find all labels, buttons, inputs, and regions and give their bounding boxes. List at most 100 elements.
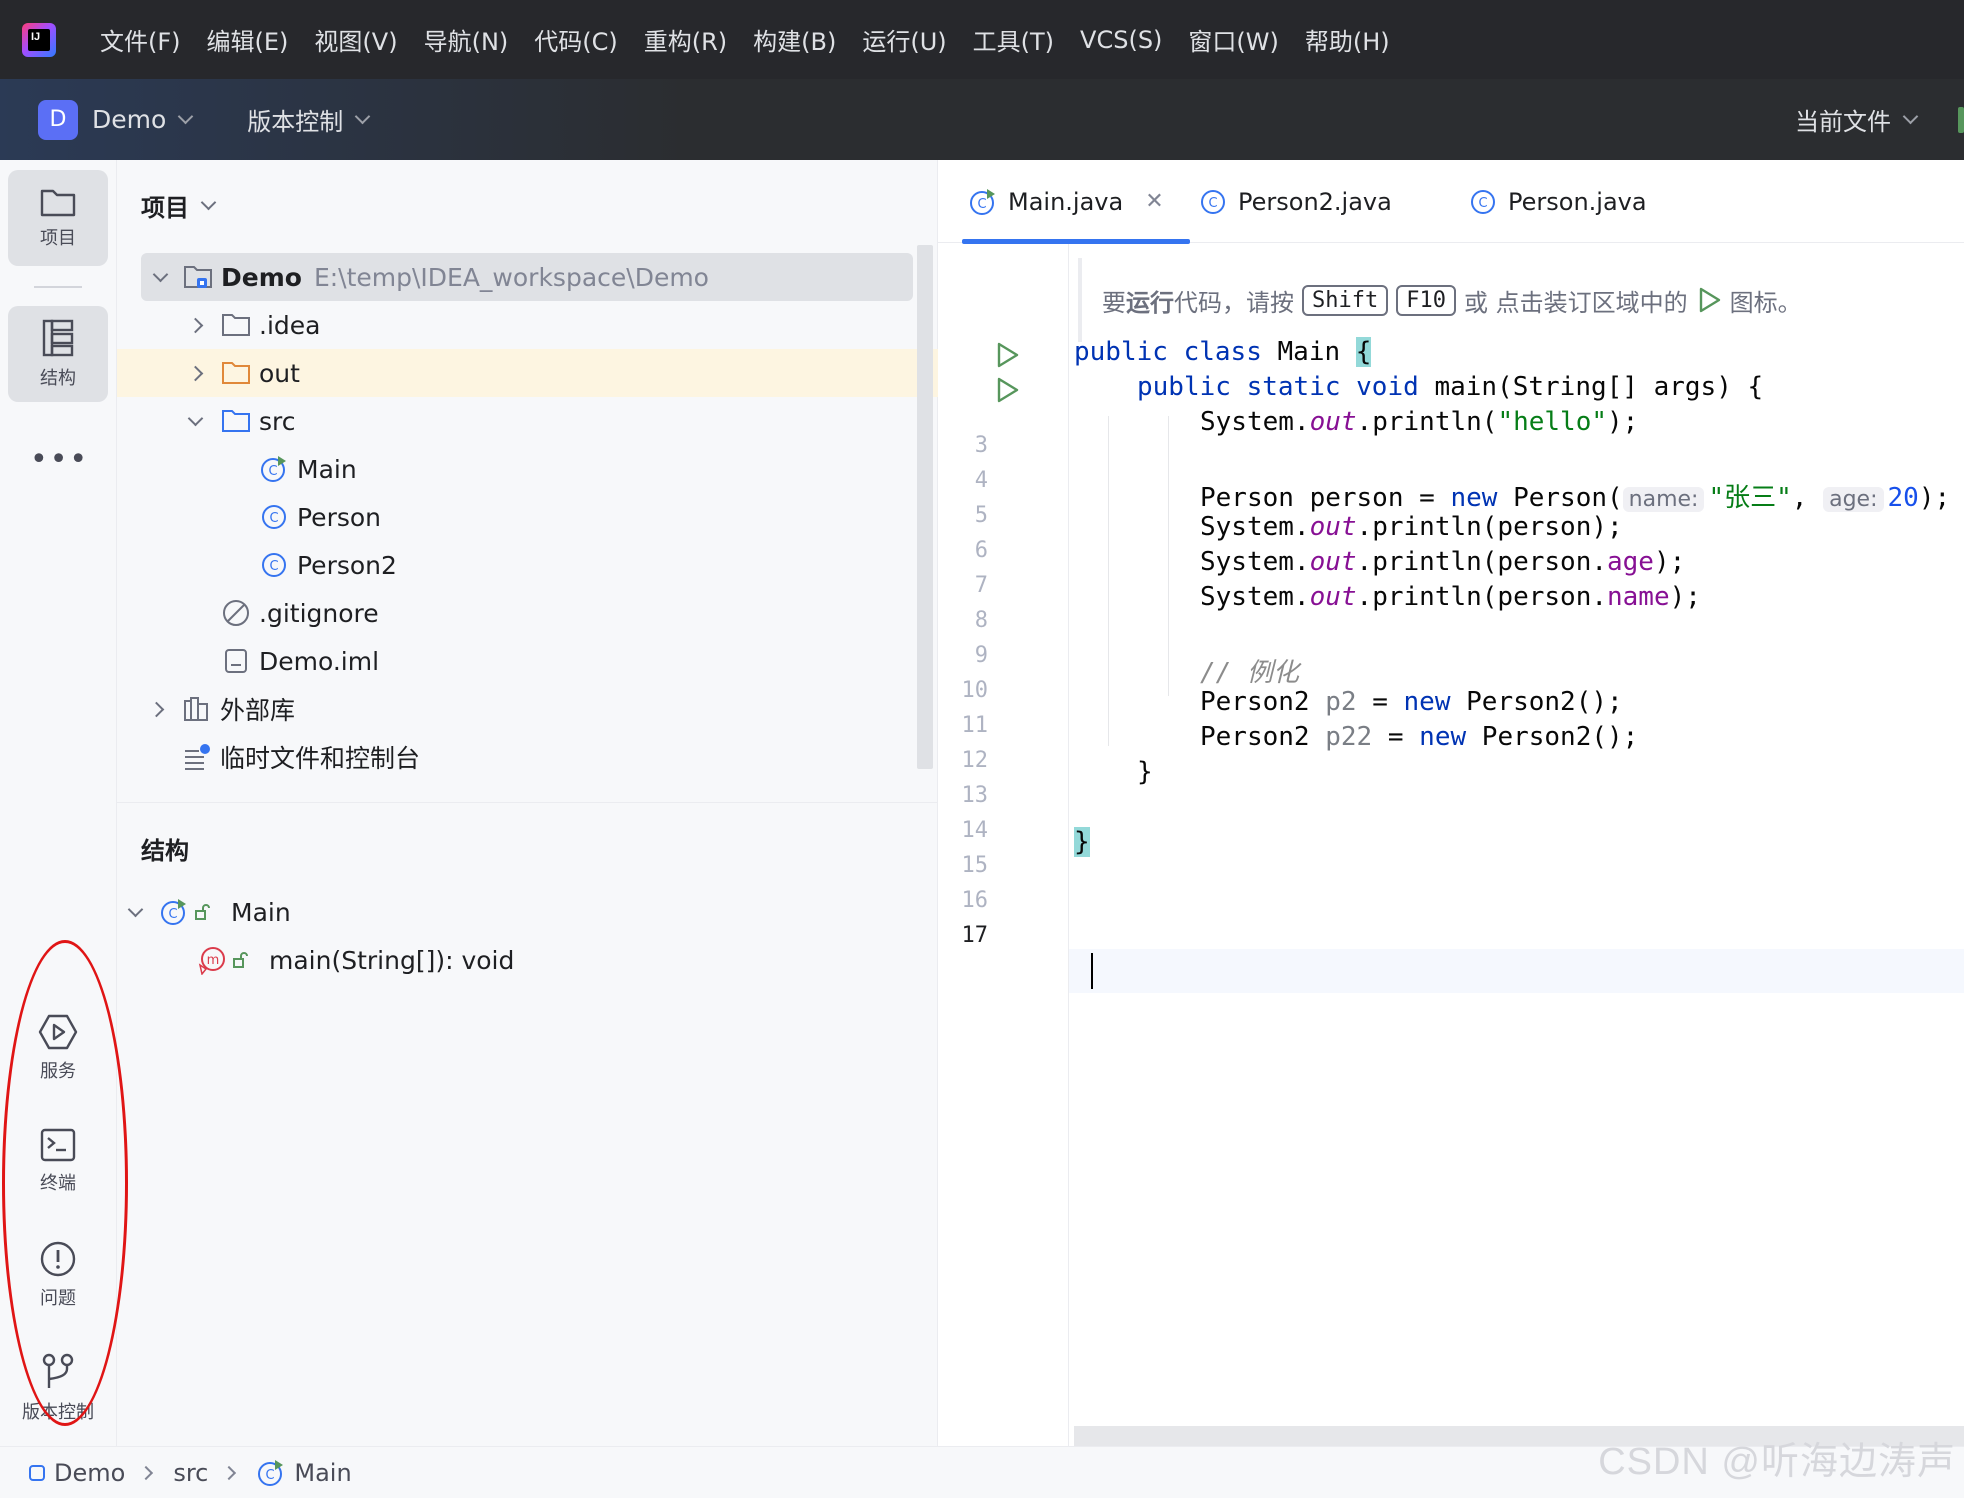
tree-item-label: 临时文件和控制台 [220, 744, 421, 773]
tree-item-person2[interactable]: C Person2 [117, 541, 917, 589]
shortcut-key-shift: Shift [1302, 284, 1389, 316]
chevron-down-icon[interactable] [178, 108, 194, 125]
tab-person2-java[interactable]: C Person2.java [1198, 160, 1392, 243]
code-line-12[interactable]: // 例化 [1200, 652, 1299, 689]
expand-arrow-icon[interactable] [185, 315, 205, 335]
chevron-down-icon [355, 108, 371, 125]
code-line-10[interactable]: System.out.println(person.name); [1200, 582, 1701, 612]
tool-window-project-button[interactable]: 项目 [8, 170, 108, 266]
tree-item-label: src [259, 406, 296, 436]
code-line-3[interactable]: public class Main { [1074, 337, 1372, 367]
project-tool-window: 项目 Demo E:\temp\IDEA_workspace\Demo .idea… [117, 160, 938, 802]
shortcut-key-f10: F10 [1396, 284, 1456, 316]
main-menu-bar: IJ 文件(F) 编辑(E) 视图(V) 导航(N) 代码(C) 重构(R) 构… [0, 0, 1964, 79]
project-panel-header[interactable]: 项目 [141, 188, 217, 223]
menu-code[interactable]: 代码(C) [534, 22, 617, 57]
tree-item-demo-iml[interactable]: Demo.iml [117, 637, 917, 685]
tree-item-label: Main [297, 454, 357, 484]
run-button-edge[interactable] [1958, 107, 1964, 133]
svg-text:C: C [269, 559, 278, 574]
breadcrumb-src[interactable]: src [173, 1459, 208, 1487]
menu-navigate[interactable]: 导航(N) [424, 22, 509, 57]
close-icon[interactable]: ✕ [1145, 189, 1163, 214]
menu-refactor[interactable]: 重构(R) [644, 22, 727, 57]
public-visibility-icon [193, 897, 213, 927]
expand-arrow-icon[interactable] [185, 410, 205, 431]
tree-item-src[interactable]: src [117, 397, 917, 445]
excluded-folder-icon [221, 358, 251, 388]
tool-window-structure-button[interactable]: 结构 [8, 306, 108, 402]
code-line-7[interactable]: Person person = new Person(name: "张三", ag… [1200, 477, 1950, 514]
line-number: 9 [974, 643, 988, 668]
code-line-15[interactable]: } [1137, 757, 1153, 787]
code-line-13[interactable]: Person2 p2 = new Person2(); [1200, 687, 1623, 717]
tree-item-external-libraries[interactable]: 外部库 [117, 685, 917, 733]
project-panel-scrollbar[interactable] [917, 245, 933, 769]
tree-item-out[interactable]: out [117, 349, 938, 397]
menu-window[interactable]: 窗口(W) [1188, 22, 1278, 57]
tree-item-scratches[interactable]: 临时文件和控制台 [117, 733, 917, 781]
line-number: 3 [974, 433, 988, 458]
watermark: CSDN @听海边涛声 [1598, 1441, 1956, 1483]
structure-item-main-class[interactable]: C Main [117, 888, 917, 936]
code-line-17[interactable]: } [1074, 827, 1090, 857]
strip-separator [34, 286, 82, 288]
chevron-right-icon [139, 1465, 154, 1480]
menu-vcs[interactable]: VCS(S) [1080, 26, 1162, 54]
hint-text: 或 点击装订区域中的 [1463, 288, 1688, 317]
menu-file[interactable]: 文件(F) [100, 22, 181, 57]
structure-item-main-method[interactable]: m main(String[]): void [117, 936, 917, 984]
tree-item-label: out [259, 358, 300, 388]
tool-window-label: 结构 [40, 368, 76, 389]
code-line-9[interactable]: System.out.println(person.age); [1200, 547, 1685, 577]
line-number: 8 [974, 608, 988, 633]
run-configuration-selector[interactable]: 当前文件 [1795, 102, 1919, 137]
expand-arrow-icon[interactable] [185, 363, 205, 383]
expand-arrow-icon[interactable] [146, 699, 166, 719]
menu-help[interactable]: 帮助(H) [1305, 22, 1390, 57]
run-method-gutter-icon[interactable] [992, 375, 1022, 405]
run-triangle-icon [1699, 287, 1720, 313]
menu-edit[interactable]: 编辑(E) [207, 22, 289, 57]
breadcrumb-demo[interactable]: Demo [28, 1459, 125, 1487]
breadcrumb-main[interactable]: C Main [256, 1458, 352, 1488]
module-folder-icon [183, 262, 213, 292]
panel-title: 结构 [141, 837, 189, 865]
tab-person-java[interactable]: C Person.java [1468, 160, 1647, 243]
indent-guide [1168, 416, 1169, 696]
expand-arrow-icon[interactable] [125, 901, 145, 922]
tab-main-java[interactable]: C Main.java ✕ [962, 160, 1190, 244]
intellij-logo-icon[interactable]: IJ [22, 22, 56, 57]
menu-run[interactable]: 运行(U) [862, 22, 946, 57]
runnable-class-icon: C [159, 897, 189, 927]
menu-build[interactable]: 构建(B) [753, 22, 836, 57]
chevron-right-icon [222, 1465, 237, 1480]
chevron-down-icon [200, 194, 217, 211]
project-badge[interactable]: D [38, 99, 78, 140]
class-icon: C [1471, 189, 1495, 214]
module-file-icon [221, 646, 251, 676]
folder-icon [221, 310, 251, 340]
code-line-8[interactable]: System.out.println(person); [1200, 512, 1623, 542]
menu-view[interactable]: 视图(V) [314, 22, 397, 57]
menu-tools[interactable]: 工具(T) [973, 22, 1054, 57]
tree-item-idea[interactable]: .idea [117, 301, 917, 349]
svg-text:C: C [168, 907, 177, 922]
project-widget[interactable]: Demo [92, 105, 166, 134]
expand-arrow-icon[interactable] [150, 266, 170, 287]
code-line-4[interactable]: public static void main(String[] args) { [1137, 372, 1763, 402]
tree-item-label: .idea [259, 310, 321, 340]
hint-text-bold: 运行 [1126, 288, 1174, 317]
tree-item-main[interactable]: C Main [117, 445, 917, 493]
run-class-gutter-icon[interactable] [992, 340, 1022, 370]
chevron-down-icon [1902, 108, 1919, 125]
tree-item-person[interactable]: C Person [117, 493, 917, 541]
tree-item-demo[interactable]: Demo E:\temp\IDEA_workspace\Demo [141, 253, 913, 301]
code-line-5[interactable]: System.out.println("hello"); [1200, 407, 1638, 437]
code-editor: C Main.java ✕ C Person2.java C Person.ja… [938, 160, 1964, 1446]
code-line-14[interactable]: Person2 p22 = new Person2(); [1200, 722, 1638, 752]
public-visibility-icon [231, 945, 251, 975]
vcs-widget[interactable]: 版本控制 [247, 102, 371, 137]
more-tool-windows-icon[interactable]: ••• [30, 442, 89, 477]
tree-item-gitignore[interactable]: .gitignore [117, 589, 917, 637]
